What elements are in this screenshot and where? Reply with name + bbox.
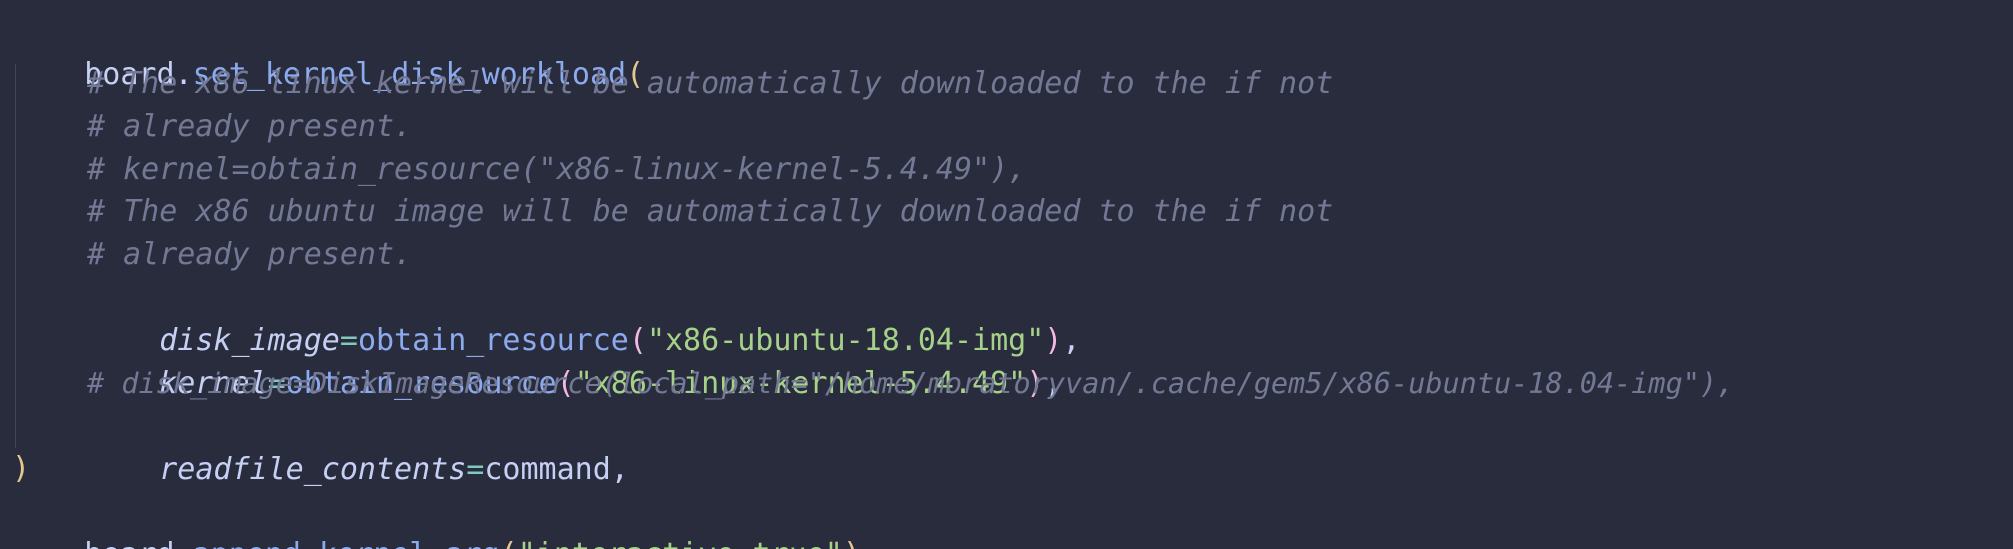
code-line-10[interactable]: readfile_contents=command,	[12, 405, 629, 487]
code-line-12[interactable]: board.append_kernel_arg("interactive=tru…	[12, 490, 861, 549]
code-line-2[interactable]: # The x86 linux kernel will be automatic…	[12, 62, 1333, 105]
open-paren: (	[500, 537, 518, 549]
code-editor[interactable]: board.set_kernel_disk_workload( # The x8…	[0, 0, 2013, 549]
code-line-7[interactable]: disk_image=obtain_resource("x86-ubuntu-1…	[12, 276, 1080, 358]
comma: ,	[610, 452, 629, 487]
variable-name: command	[484, 452, 611, 487]
parameter-name: readfile_contents	[159, 452, 467, 487]
equals-operator: =	[466, 452, 485, 487]
code-line-6[interactable]: # already present.	[12, 233, 412, 276]
function-name: append_kernel_arg	[193, 537, 500, 549]
close-paren: )	[843, 537, 861, 549]
code-line-1[interactable]: board.set_kernel_disk_workload(	[12, 10, 644, 92]
object-name: board	[84, 537, 174, 549]
dot: .	[175, 537, 193, 549]
string-literal: "interactive=true"	[518, 537, 843, 549]
comma: ,	[1062, 323, 1081, 358]
code-line-9[interactable]: # disk_image=DiskImageResource(local_pat…	[12, 362, 1734, 405]
code-line-5[interactable]: # The x86 ubuntu image will be automatic…	[12, 190, 1333, 233]
code-line-8[interactable]: kernel=obtain_resource("x86-linux-kernel…	[12, 319, 1062, 401]
code-line-11[interactable]: )	[12, 447, 30, 490]
code-line-3[interactable]: # already present.	[12, 105, 412, 148]
code-line-4[interactable]: # kernel=obtain_resource("x86-linux-kern…	[12, 148, 1026, 191]
